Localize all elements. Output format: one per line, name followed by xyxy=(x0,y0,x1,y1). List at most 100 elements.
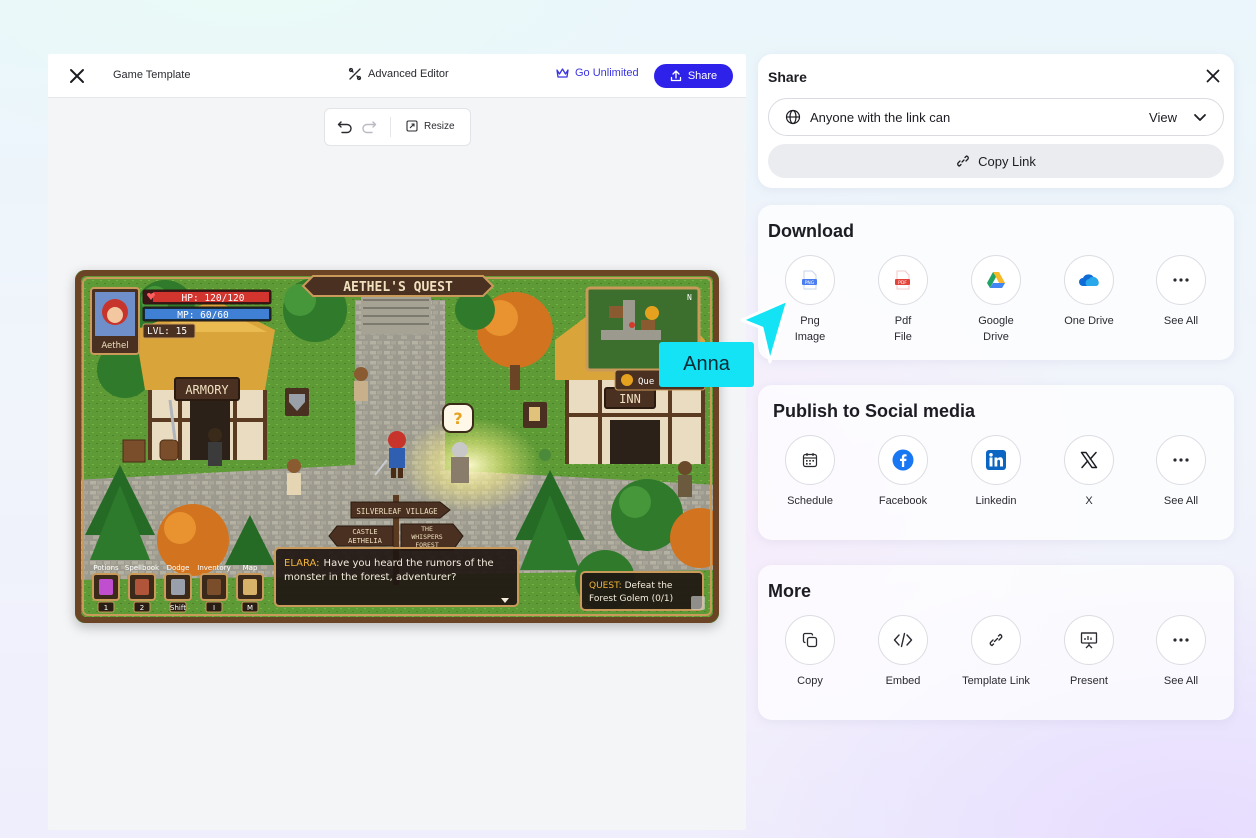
download-see-all[interactable]: See All xyxy=(1136,255,1226,329)
dialogue-text-1: Have you heard the rumors of the xyxy=(324,558,494,569)
quest-text-2: Forest Golem (0/1) xyxy=(589,594,673,604)
hotbar-label-spellbook: Spellbook xyxy=(125,564,160,572)
link-permission-select[interactable]: Anyone with the link can View xyxy=(768,98,1224,136)
download-card: Download PNG Png Image PDF Pdf File Goog… xyxy=(758,205,1234,360)
download-google-drive-label: Google Drive xyxy=(978,315,1014,343)
canvas-toolbar: Resize xyxy=(324,108,471,146)
tools-icon xyxy=(348,67,362,81)
hotbar-label-dodge: Dodge xyxy=(167,564,190,572)
download-see-all-label: See All xyxy=(1163,315,1199,327)
more-present[interactable]: Present xyxy=(1044,615,1134,689)
pdf-file-icon: PDF xyxy=(895,270,910,290)
hotbar-item-icon xyxy=(99,579,113,595)
quest-line-1: QUEST: Defeat the xyxy=(589,581,673,591)
resize-icon xyxy=(406,120,418,132)
more-embed[interactable]: Embed xyxy=(858,615,948,689)
copy-link-label: Copy Link xyxy=(978,153,1036,169)
advanced-editor-button[interactable]: Advanced Editor xyxy=(348,67,449,81)
presentation-icon xyxy=(1080,632,1098,649)
dialogue-speaker: ELARA: xyxy=(284,558,320,569)
resize-button[interactable]: Resize xyxy=(406,120,455,132)
hotbar-item-icon xyxy=(207,579,221,595)
share-button[interactable]: Share xyxy=(654,64,733,88)
more-icon xyxy=(1173,638,1189,642)
hotbar-key-inventory: I xyxy=(213,604,215,612)
share-button-label: Share xyxy=(687,70,718,82)
dialogue-text-2: monster in the forest, adventurer? xyxy=(284,572,456,583)
more-icon xyxy=(1173,278,1189,282)
copy-link-button[interactable]: Copy Link xyxy=(768,144,1224,178)
undo-icon[interactable] xyxy=(337,120,353,134)
more-copy[interactable]: Copy xyxy=(765,615,855,689)
hp-text: HP: 120/120 xyxy=(182,293,245,304)
editor-topbar: Game Template Advanced Editor Go Unlimit… xyxy=(48,54,746,98)
go-unlimited-button[interactable]: Go Unlimited xyxy=(556,67,639,79)
social-see-all[interactable]: See All xyxy=(1136,435,1226,509)
social-title: Publish to Social media xyxy=(773,401,976,421)
download-title: Download xyxy=(768,221,854,241)
social-schedule-label: Schedule xyxy=(787,495,833,507)
close-icon[interactable] xyxy=(68,67,86,85)
hotbar-item-icon xyxy=(135,579,149,595)
copy-icon xyxy=(802,632,818,648)
chevron-down-icon xyxy=(1194,114,1206,121)
game-preview-image[interactable]: ARMORY INN ? SILVERLEAF VILLAGE CASTLE A… xyxy=(75,270,719,623)
more-options: Copy Embed Template Link Present See All xyxy=(758,615,1234,715)
level-text: LVL: 15 xyxy=(147,326,187,337)
share-panel-title: Share xyxy=(768,69,807,85)
hotbar-label-potions: Potions xyxy=(93,564,119,572)
more-template-link-label: Template Link xyxy=(962,675,1030,687)
download-google-drive[interactable]: Google Drive xyxy=(951,255,1041,345)
download-options: PNG Png Image PDF Pdf File Google Drive … xyxy=(758,255,1234,355)
hotbar-item-icon xyxy=(171,579,185,595)
more-embed-label: Embed xyxy=(885,675,921,687)
onedrive-icon xyxy=(1079,274,1099,286)
document-title: Game Template xyxy=(113,69,191,81)
minimap-quest-icon xyxy=(645,306,659,320)
social-linkedin-label: Linkedin xyxy=(975,495,1017,507)
social-schedule[interactable]: Schedule xyxy=(765,435,855,509)
more-card: More Copy Embed Template Link Present Se… xyxy=(758,565,1234,720)
download-onedrive-label: One Drive xyxy=(1064,315,1114,327)
x-icon xyxy=(1080,451,1098,469)
svg-text:PDF: PDF xyxy=(898,280,907,286)
collaborator-name: Anna xyxy=(683,353,730,375)
more-template-link[interactable]: Template Link xyxy=(951,615,1041,689)
link-icon xyxy=(989,633,1003,647)
share-card: Share Anyone with the link can View Copy… xyxy=(758,54,1234,188)
toolbar-divider xyxy=(390,117,391,137)
social-facebook[interactable]: Facebook xyxy=(858,435,948,509)
elder-npc xyxy=(451,442,469,483)
game-title: AETHEL'S QUEST xyxy=(343,280,453,295)
inn-sign: INN xyxy=(619,392,641,406)
social-linkedin[interactable]: Linkedin xyxy=(951,435,1041,509)
hero-name: Aethel xyxy=(101,341,128,351)
close-icon[interactable] xyxy=(1206,69,1220,83)
hotbar-key-map: M xyxy=(247,604,253,612)
minimap-label: Que xyxy=(638,377,654,387)
facebook-icon xyxy=(892,449,914,471)
permission-label: Anyone with the link can xyxy=(810,110,951,125)
more-see-all-label: See All xyxy=(1163,675,1199,687)
signpost-village: SILVERLEAF VILLAGE xyxy=(356,507,438,516)
mug-icon xyxy=(529,407,540,421)
social-x[interactable]: X xyxy=(1044,435,1134,509)
social-x-label: X xyxy=(1085,495,1093,507)
download-pdf[interactable]: PDF Pdf File xyxy=(858,255,948,345)
redo-icon[interactable] xyxy=(361,120,377,134)
more-icon xyxy=(1173,458,1189,462)
mp-text: MP: 60/60 xyxy=(177,310,229,321)
globe-icon xyxy=(785,109,801,125)
upload-icon xyxy=(670,70,681,82)
hotbar-key-dodge: Shift xyxy=(170,604,186,612)
download-pdf-label: Pdf File xyxy=(894,315,912,343)
download-onedrive[interactable]: One Drive xyxy=(1044,255,1134,329)
more-copy-label: Copy xyxy=(797,675,823,687)
collaborator-name-tag: Anna xyxy=(659,342,754,387)
more-see-all[interactable]: See All xyxy=(1136,615,1226,689)
svg-text:PNG: PNG xyxy=(805,280,815,286)
more-present-label: Present xyxy=(1070,675,1108,687)
minimap-north: N xyxy=(687,293,692,302)
resize-handle[interactable] xyxy=(691,596,705,610)
social-see-all-label: See All xyxy=(1163,495,1199,507)
